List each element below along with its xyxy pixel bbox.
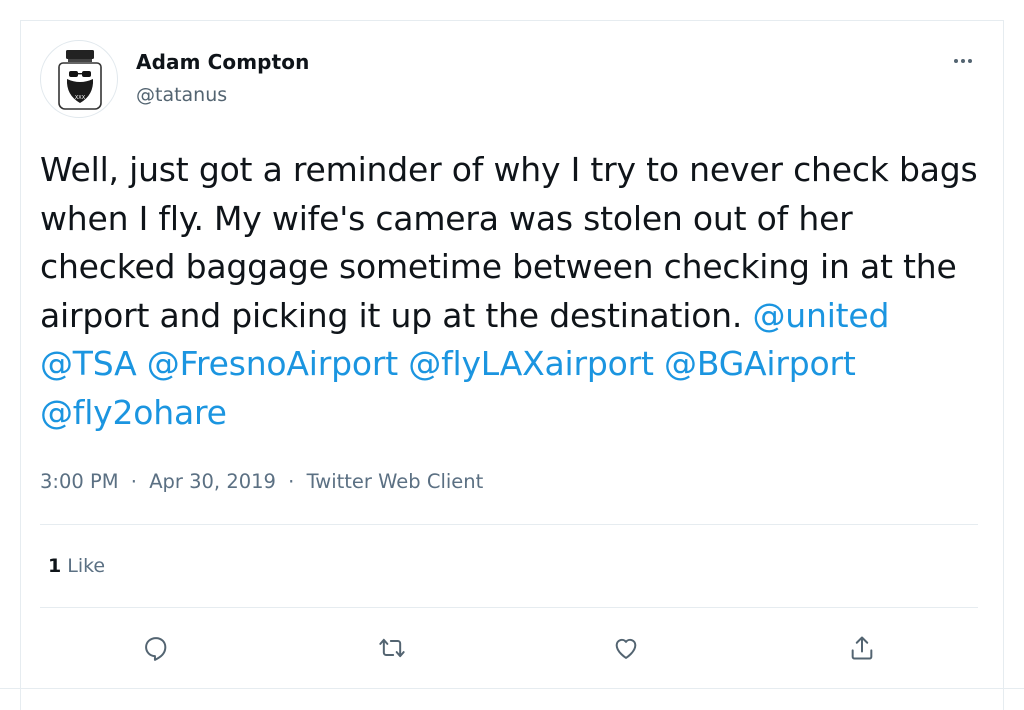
divider: [40, 607, 978, 608]
share-button[interactable]: [840, 626, 884, 670]
mason-jar-beard-icon: XXX: [58, 50, 102, 110]
retweet-button[interactable]: [370, 626, 414, 670]
tweet-body-text: [137, 344, 147, 383]
svg-text:XXX: XXX: [75, 95, 86, 101]
meta-separator: ·: [288, 470, 295, 493]
tweet-date[interactable]: Apr 30, 2019: [149, 470, 276, 493]
mention-link[interactable]: @united: [752, 296, 889, 335]
mention-link[interactable]: @flyLAXairport: [408, 344, 654, 383]
action-bar: [40, 626, 978, 676]
tweet-body-text: [654, 344, 664, 383]
tweet-time[interactable]: 3:00 PM: [40, 470, 119, 493]
like-icon: [615, 638, 637, 659]
tweet-stats[interactable]: 1 Like: [48, 555, 105, 577]
divider: [40, 524, 978, 525]
avatar[interactable]: XXX: [40, 40, 118, 118]
dot-icon: [961, 59, 965, 63]
tweet-body-text: [398, 344, 408, 383]
tweet-client[interactable]: Twitter Web Client: [307, 470, 484, 493]
mention-link[interactable]: @fly2ohare: [40, 393, 227, 432]
mention-link[interactable]: @FresnoAirport: [147, 344, 398, 383]
dot-icon: [954, 59, 958, 63]
user-handle[interactable]: @tatanus: [136, 84, 227, 106]
meta-separator: ·: [130, 470, 137, 493]
mention-link[interactable]: @BGAirport: [664, 344, 856, 383]
more-options-icon[interactable]: [946, 46, 980, 76]
reply-icon: [145, 637, 167, 661]
retweet-icon: [379, 638, 405, 658]
share-icon: [851, 636, 873, 660]
mention-link[interactable]: @TSA: [40, 344, 137, 383]
tweet-text: Well, just got a reminder of why I try t…: [40, 146, 990, 437]
likes-count: 1: [48, 555, 62, 577]
bottom-divider: [0, 688, 1024, 689]
reply-button[interactable]: [134, 626, 178, 670]
like-button[interactable]: [604, 626, 648, 670]
dot-icon: [968, 59, 972, 63]
likes-label: Like: [67, 555, 106, 577]
tweet-meta: 3:00 PM · Apr 30, 2019 · Twitter Web Cli…: [40, 470, 483, 493]
display-name[interactable]: Adam Compton: [136, 50, 309, 74]
